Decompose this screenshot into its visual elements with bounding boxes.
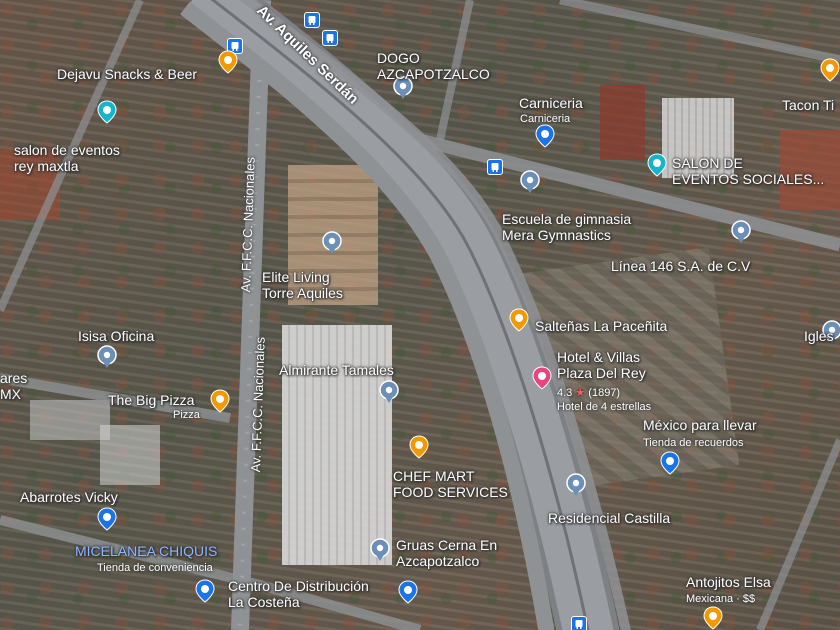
place-pin-icon[interactable] [566,473,586,497]
poi-label[interactable]: Tacon Ti [782,97,834,113]
shopping-bag-icon[interactable] [535,124,555,148]
rating-text: 4.3 ★ (1897) [557,387,621,399]
restaurant-icon[interactable] [210,389,230,413]
poi-label[interactable]: Línea 146 S.A. de C.V [611,258,750,274]
poi-label[interactable]: salon de eventos rey maxtla [14,142,120,174]
star-icon: ★ [575,387,586,399]
satellite-map[interactable]: Av. Aquiles Serdán Av. F.F.C.C. Nacional… [0,0,840,630]
shopping-bag-icon[interactable] [398,580,418,604]
poi-subtitle: Hotel de 4 estrellas [557,401,652,413]
event-venue-icon[interactable] [647,153,667,177]
poi-label[interactable]: Escuela de gimnasia Mera Gymnastics [502,211,631,243]
poi-label[interactable]: México para llevar [643,417,757,433]
restaurant-icon[interactable] [409,435,429,459]
poi-label[interactable]: MICELANEA CHIQUIS [75,543,217,559]
poi-label[interactable]: Abarrotes Vicky [20,489,118,505]
poi-label[interactable]: DOGO AZCAPOTZALCO [377,50,490,82]
poi-label[interactable]: SALON DE EVENTOS SOCIALES... [672,155,824,187]
shopping-bag-icon[interactable] [195,579,215,603]
poi-label[interactable]: Residencial Castilla [548,510,670,526]
poi-label[interactable]: Dejavu Snacks & Beer [57,66,197,82]
poi-label[interactable]: Carniceria [519,95,583,111]
bus-stop-icon[interactable] [571,616,587,630]
place-pin-icon[interactable] [379,380,399,404]
poi-label[interactable]: Isisa Oficina [78,328,154,344]
cocktail-icon[interactable] [218,50,238,74]
bus-stop-icon[interactable] [322,30,338,46]
poi-label[interactable]: The Big Pizza [108,392,194,408]
poi-label[interactable]: Centro De Distribución La Costeña [228,578,369,610]
road-network [0,0,840,630]
bus-stop-icon[interactable] [304,12,320,28]
bus-stop-icon[interactable] [487,159,503,175]
poi-label[interactable]: Salteñas La Paceñita [535,318,667,334]
poi-label[interactable]: Antojitos Elsa [686,574,771,590]
place-pin-icon[interactable] [370,538,390,562]
poi-subtitle: Tienda de conveniencia [97,562,213,574]
restaurant-icon[interactable] [703,606,723,630]
place-pin-icon[interactable] [97,345,117,369]
place-pin-icon[interactable] [520,170,540,194]
shopping-cart-icon[interactable] [97,507,117,531]
poi-label[interactable]: Hotel & Villas Plaza Del Rey [557,349,646,381]
poi-label[interactable]: Gruas Cerna En Azcapotzalco [396,537,497,569]
hotel-bed-icon[interactable] [532,366,552,390]
poi-label[interactable]: Almirante Tamales [279,362,394,378]
poi-subtitle: Tienda de recuerdos [643,437,744,449]
restaurant-icon[interactable] [820,58,840,82]
poi-label[interactable]: Igles [804,328,834,344]
shopping-bag-icon[interactable] [660,451,680,475]
poi-subtitle: Carniceria [520,113,571,125]
place-pin-icon[interactable] [731,220,751,244]
restaurant-icon[interactable] [509,308,529,332]
poi-label[interactable]: ares MX [0,370,27,402]
poi-label[interactable]: Elite Living Torre Aquiles [262,269,343,301]
poi-subtitle: Pizza [173,409,200,421]
poi-subtitle: Mexicana · $$ [686,593,756,605]
place-pin-icon[interactable] [322,231,342,255]
event-venue-icon[interactable] [97,100,117,124]
poi-label[interactable]: CHEF MART FOOD SERVICES [393,468,508,500]
